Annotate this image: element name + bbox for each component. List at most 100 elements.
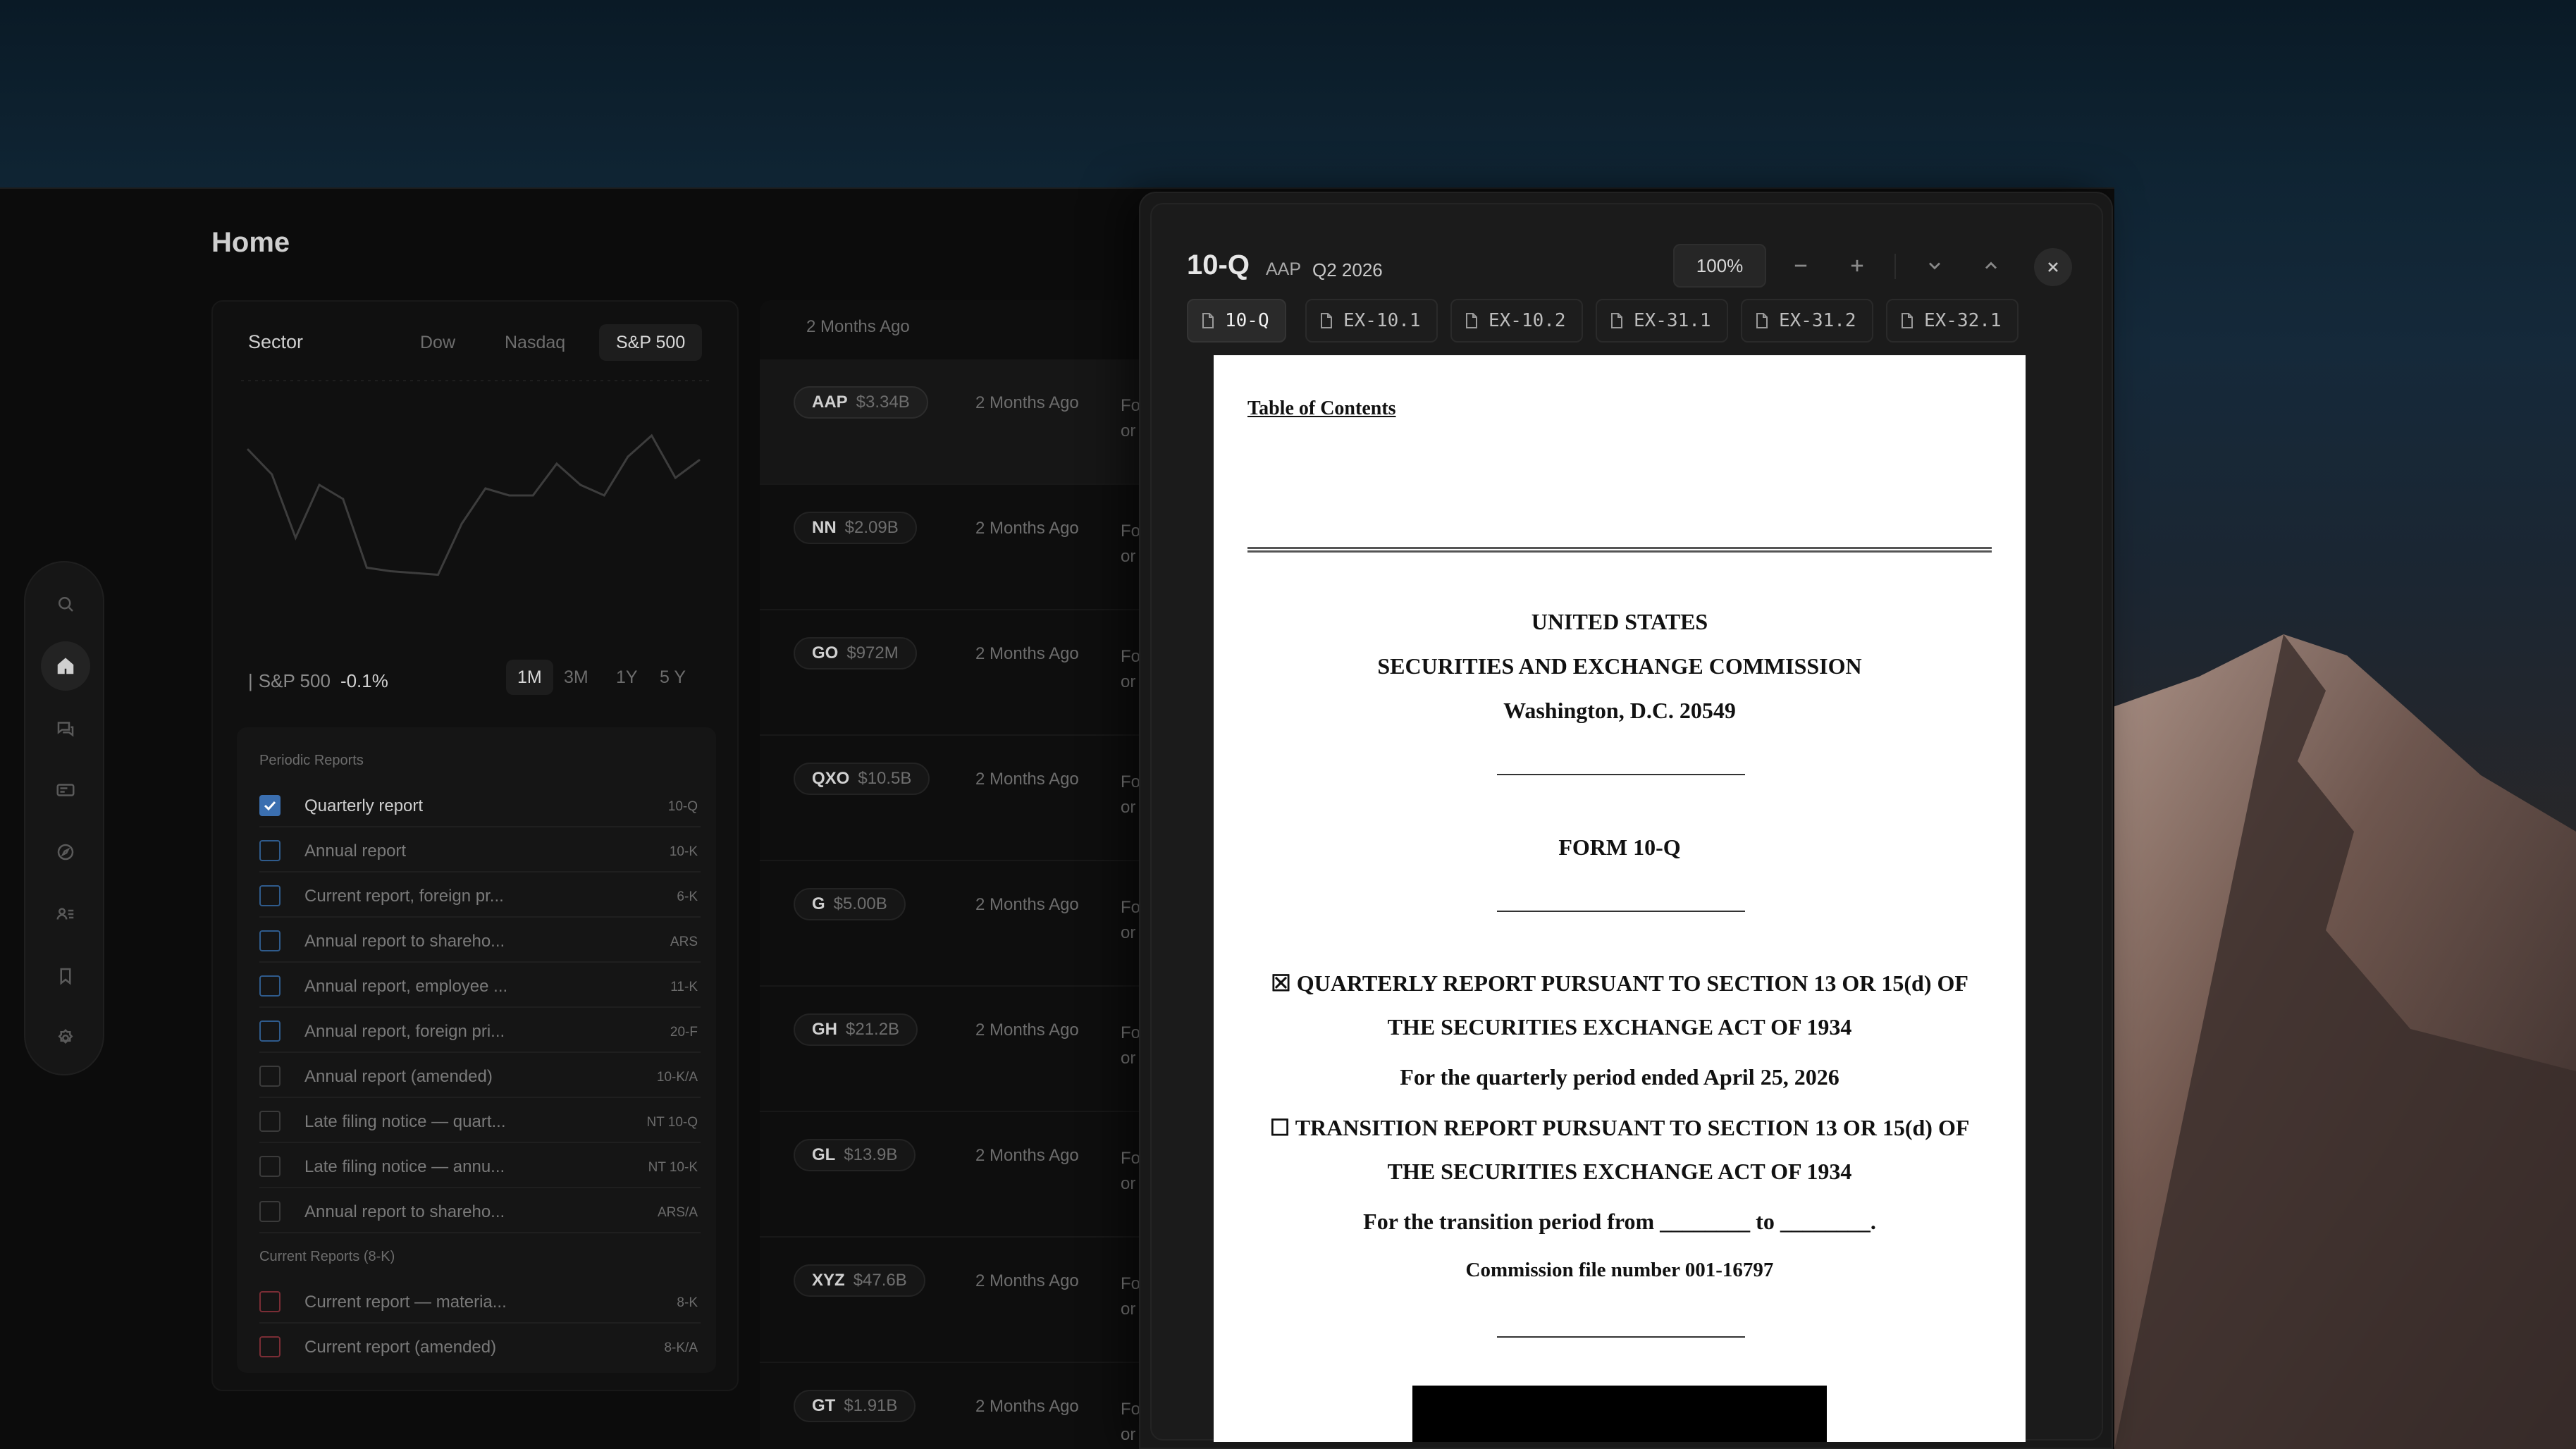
rail-compass-button[interactable]: [41, 827, 90, 877]
ticker-pill[interactable]: G $5.00B: [794, 888, 906, 920]
file-icon: [1611, 313, 1622, 328]
form-row-nt-10-q[interactable]: Late filing notice — quart... NT 10-Q: [259, 1098, 701, 1143]
checkbox[interactable]: [259, 1291, 281, 1312]
form-row-10-k[interactable]: Annual report 10-K: [259, 827, 701, 873]
form-row-8-k[interactable]: Current report — materia... 8-K: [259, 1278, 701, 1324]
rail-users-button[interactable]: [41, 889, 90, 939]
zoom-level[interactable]: 100%: [1673, 244, 1766, 288]
checkbox[interactable]: [259, 840, 281, 861]
zoom-in-button[interactable]: [1839, 248, 1875, 283]
checkbox[interactable]: [259, 975, 281, 997]
form-code: 6-K: [677, 889, 698, 904]
desc-line: or: [1121, 421, 1136, 440]
tab-ex-31-1[interactable]: EX-31.1: [1596, 299, 1728, 343]
form-label: Annual report to shareho...: [304, 1202, 505, 1221]
filing-row-xyz[interactable]: XYZ $47.6B 2 Months Ago Fo or: [760, 1238, 1154, 1363]
checkbox[interactable]: [259, 1111, 281, 1132]
filing-row-nn[interactable]: NN $2.09B 2 Months Ago Fo or: [760, 485, 1154, 610]
table-of-contents-link[interactable]: Table of Contents: [1247, 397, 1396, 420]
market-cap: $21.2B: [846, 1020, 900, 1039]
filing-row-gh[interactable]: GH $21.2B 2 Months Ago Fo or: [760, 987, 1154, 1112]
rail-search-button[interactable]: [41, 579, 90, 629]
desc-line: or: [1121, 798, 1136, 817]
form-row-nt-10-k[interactable]: Late filing notice — annu... NT 10-K: [259, 1143, 701, 1188]
tab-10-q[interactable]: 10-Q: [1187, 299, 1286, 343]
rail-card-button[interactable]: [41, 765, 90, 815]
checkbox[interactable]: [259, 885, 281, 906]
ticker-pill[interactable]: GL $13.9B: [794, 1139, 916, 1171]
ticker-pill[interactable]: GT $1.91B: [794, 1390, 916, 1422]
ticker-symbol: GH: [812, 1020, 837, 1039]
tab-sp500[interactable]: S&P 500: [599, 324, 703, 361]
form-type-filter: Periodic Reports Quarterly report 10-Q A…: [237, 727, 716, 1373]
checkbox[interactable]: [259, 930, 281, 951]
rail-chat-button[interactable]: [41, 703, 90, 753]
range-1y-button[interactable]: 1Y: [605, 660, 649, 695]
form-row-20-f[interactable]: Annual report, foreign pri... 20-F: [259, 1008, 701, 1053]
close-button[interactable]: [2034, 248, 2072, 286]
range-1m-button[interactable]: 1M: [506, 660, 553, 695]
filing-description: Fo or: [1121, 1146, 1140, 1197]
ticker-pill[interactable]: NN $2.09B: [794, 512, 917, 544]
rail-bookmark-button[interactable]: [41, 951, 90, 1001]
next-page-button[interactable]: [1917, 248, 1952, 283]
previous-page-button[interactable]: [1973, 248, 2009, 283]
form-row-10-q[interactable]: Quarterly report 10-Q: [259, 782, 701, 827]
checkbox[interactable]: [259, 1201, 281, 1222]
desc-line: Fo: [1121, 522, 1141, 541]
range-3m-button[interactable]: 3M: [553, 660, 600, 695]
filing-row-go[interactable]: GO $972M 2 Months Ago Fo or: [760, 610, 1154, 736]
tab-ex-10-2[interactable]: EX-10.2: [1450, 299, 1583, 343]
form-row-8-k-a[interactable]: Current report (amended) 8-K/A: [259, 1324, 701, 1369]
zoom-out-button[interactable]: [1783, 248, 1818, 283]
chart-index-name: S&P 500: [258, 670, 331, 691]
tab-ex-32-1[interactable]: EX-32.1: [1886, 299, 2019, 343]
tab-label: EX-32.1: [1924, 310, 2002, 331]
checkbox[interactable]: [259, 795, 281, 816]
file-icon: [1756, 313, 1768, 328]
form-row-10-k-a[interactable]: Annual report (amended) 10-K/A: [259, 1053, 701, 1098]
tab-ex-31-2[interactable]: EX-31.2: [1741, 299, 1873, 343]
doc-form-title: FORM 10-Q: [1558, 834, 1681, 860]
chart-point: [674, 476, 677, 479]
filing-row-gt[interactable]: GT $1.91B 2 Months Ago Fo or: [760, 1363, 1154, 1449]
filing-row-gl[interactable]: GL $13.9B 2 Months Ago Fo or: [760, 1112, 1154, 1238]
ticker-symbol: G: [812, 894, 825, 913]
checkbox[interactable]: [259, 1021, 281, 1042]
desc-line: Fo: [1121, 647, 1141, 666]
checkbox[interactable]: [259, 1336, 281, 1357]
form-row-ars-a[interactable]: Annual report to shareho... ARS/A: [259, 1188, 701, 1233]
tab-nasdaq[interactable]: Nasdaq: [488, 324, 582, 361]
ticker-pill[interactable]: QXO $10.5B: [794, 763, 930, 795]
chart-point: [342, 498, 345, 500]
rail-settings-button[interactable]: [41, 1013, 90, 1063]
rail-home-button[interactable]: [41, 641, 90, 691]
form-code: NT 10-K: [648, 1160, 698, 1175]
form-row-ars[interactable]: Annual report to shareho... ARS: [259, 918, 701, 963]
checkbox[interactable]: [259, 1066, 281, 1087]
transition-period-line: For the transition period from ________ …: [1363, 1209, 1876, 1234]
sector-title: Sector: [248, 331, 304, 352]
form-row-6-k[interactable]: Current report, foreign pr... 6-K: [259, 873, 701, 918]
form-label: Quarterly report: [304, 796, 424, 815]
filing-row-aap[interactable]: AAP $3.34B 2 Months Ago Fo or: [760, 359, 1154, 485]
tab-dow[interactable]: Dow: [403, 324, 472, 361]
ticker-pill[interactable]: AAP $3.34B: [794, 386, 928, 419]
tab-ex-10-1[interactable]: EX-10.1: [1305, 299, 1438, 343]
filing-row-g[interactable]: G $5.00B 2 Months Ago Fo or: [760, 861, 1154, 987]
filing-row-qxo[interactable]: QXO $10.5B 2 Months Ago Fo or: [760, 736, 1154, 861]
ticker-symbol: GL: [812, 1145, 836, 1164]
ticker-pill[interactable]: XYZ $47.6B: [794, 1264, 925, 1297]
chart-point: [271, 473, 273, 476]
range-5y-button[interactable]: 5 Y: [648, 660, 697, 695]
market-cap: $10.5B: [858, 769, 912, 788]
home-icon: [57, 658, 74, 674]
desc-line: or: [1121, 1300, 1136, 1319]
ticker-pill[interactable]: GO $972M: [794, 637, 917, 670]
chart-change-value: -0.1%: [340, 670, 388, 691]
desc-line: Fo: [1121, 1149, 1141, 1168]
chart-point: [555, 462, 558, 465]
ticker-pill[interactable]: GH $21.2B: [794, 1013, 918, 1046]
checkbox[interactable]: [259, 1156, 281, 1177]
form-row-11-k[interactable]: Annual report, employee ... 11-K: [259, 963, 701, 1008]
